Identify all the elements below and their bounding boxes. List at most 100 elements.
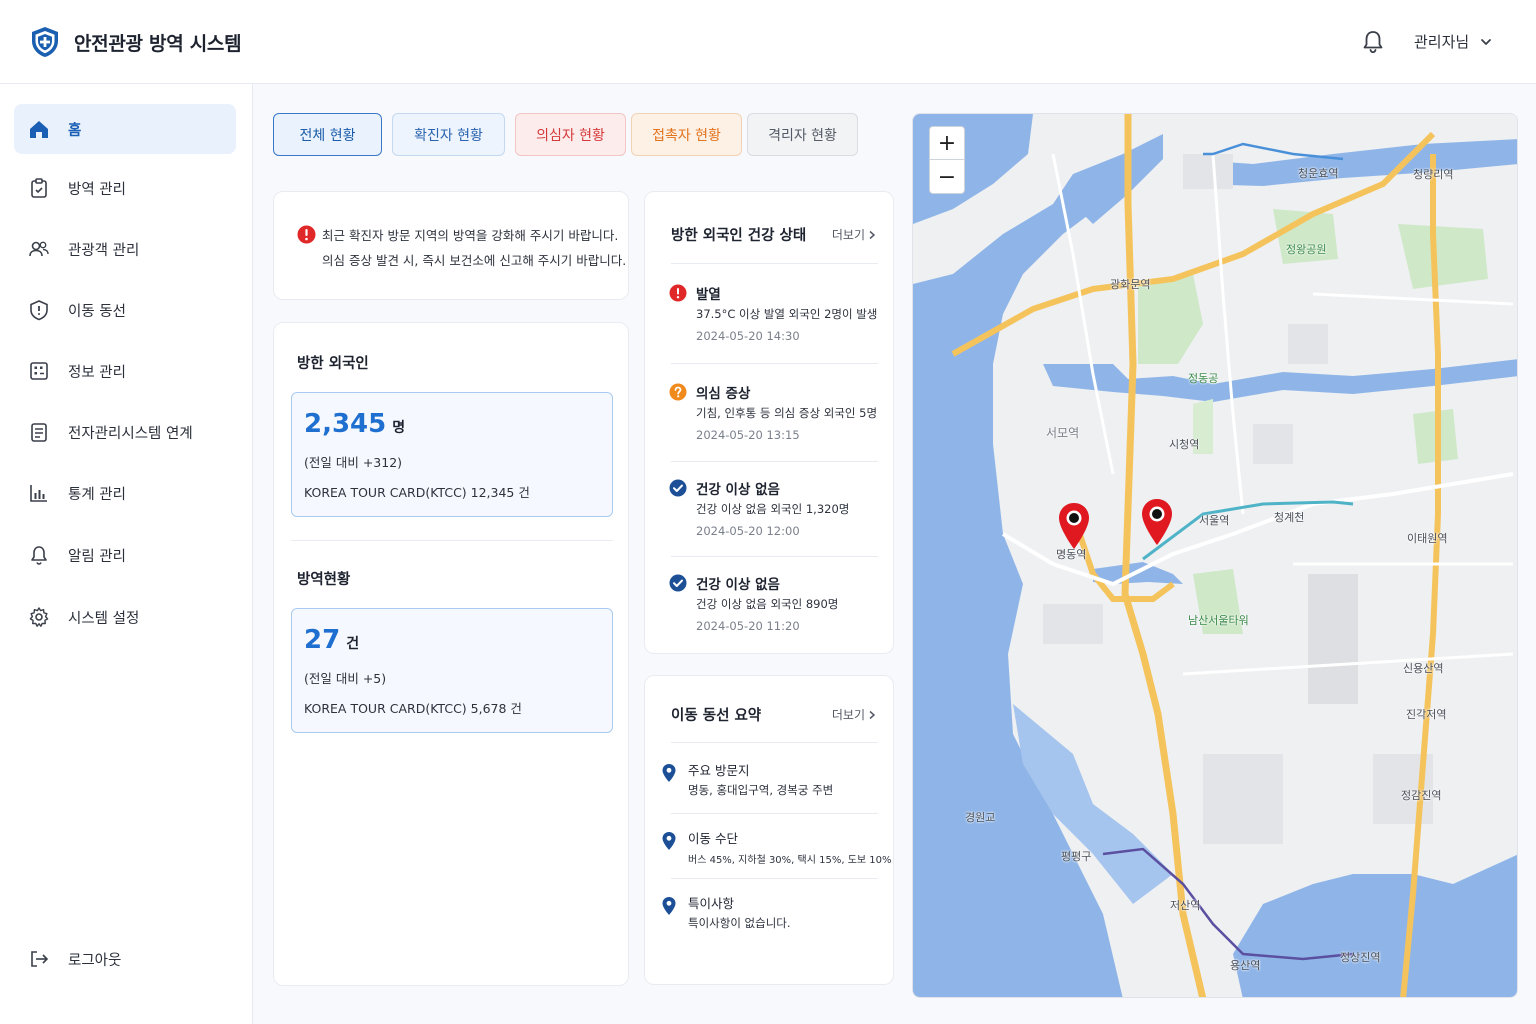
quarantine-status-title: 방역현황	[297, 572, 351, 588]
users-icon	[29, 241, 49, 257]
zoom-in-button[interactable]: +	[930, 127, 964, 160]
route-item-desc: 명동, 홍대입구역, 경복궁 주변	[688, 783, 834, 797]
map-label: 평평구	[1061, 850, 1092, 863]
map-view[interactable]: 광화문역 청운효역 정왕공원 청량리역 서울역 명동역 남산서울타워 이태원역 …	[912, 113, 1518, 998]
top-header: 안전관광 방역 시스템 관리자님	[0, 0, 1536, 84]
health-item-fever[interactable]: 발열 37.5°C 이상 발열 외국인 2명이 발생 2024-05-20 14…	[669, 283, 889, 343]
map-label: 정왕공원	[1286, 243, 1327, 256]
logout-button[interactable]: 로그아웃	[14, 934, 236, 984]
route-item-title: 특이사항	[688, 896, 735, 911]
brand[interactable]: 안전관광 방역 시스템	[30, 26, 242, 58]
route-item-transport[interactable]: 이동 수단 버스 45%, 지하철 30%, 택시 15%, 도보 10%	[661, 828, 893, 872]
route-item-desc: 버스 45%, 지하철 30%, 택시 15%, 도보 10%	[688, 855, 892, 866]
check-circle-icon	[669, 574, 687, 592]
map-label: 경원교	[965, 811, 996, 824]
map-label: 용산역	[1230, 959, 1261, 972]
sidebar-item-info[interactable]: 정보 관리	[14, 346, 236, 396]
sidebar-item-quarantine[interactable]: 방역 관리	[14, 163, 236, 213]
health-item-desc: 건강 이상 없음 외국인 890명	[696, 597, 839, 611]
health-item-title: 의심 증상	[696, 386, 751, 402]
location-pin-icon	[662, 897, 676, 915]
health-item-time: 2024-05-20 14:30	[696, 329, 800, 343]
tab-all-status[interactable]: 전체 현황	[273, 113, 382, 156]
sidebar-item-label: 시스템 설정	[68, 610, 140, 627]
map-label: 서울역	[1199, 514, 1230, 527]
notification-bell-icon[interactable]	[1360, 29, 1386, 55]
chevron-down-icon	[1481, 38, 1492, 45]
health-item-normal-1[interactable]: 건강 이상 없음 건강 이상 없음 외국인 1,320명 2024-05-20 …	[669, 478, 889, 538]
map-zoom-control: + −	[929, 126, 965, 194]
health-item-desc: 기침, 인후통 등 의심 증상 외국인 5명	[696, 406, 878, 420]
map-label: 청량리역	[1413, 168, 1454, 181]
more-label: 더보기	[831, 228, 865, 242]
route-item-notes[interactable]: 특이사항 특이사항이 없습니다.	[661, 893, 893, 937]
sidebar-item-home[interactable]: 홈	[14, 104, 236, 154]
chevron-right-icon	[869, 230, 876, 239]
alert-icon	[669, 284, 687, 302]
health-item-time: 2024-05-20 12:00	[696, 524, 800, 538]
map-label: 정상진역	[1340, 951, 1381, 964]
quarantine-diff: (전일 대비 +5)	[304, 671, 387, 686]
notice-line-2: 의심 증상 발견 시, 즉시 보건소에 신고해 주시기 바랍니다.	[322, 253, 627, 268]
location-pin-icon	[662, 764, 676, 782]
sidebar-item-label: 알림 관리	[68, 548, 126, 565]
alert-icon	[297, 225, 316, 244]
foreign-visitors-title: 방한 외국인	[297, 356, 369, 372]
quarantine-count: 27	[304, 625, 341, 655]
sidebar-item-settings[interactable]: 시스템 설정	[14, 592, 236, 642]
sidebar-item-tourists[interactable]: 관광객 관리	[14, 224, 236, 274]
health-item-title: 건강 이상 없음	[696, 577, 780, 593]
notice-card: 최근 확진자 방문 지역의 방역을 강화해 주시기 바랍니다. 의심 증상 발견…	[273, 191, 629, 300]
sidebar-item-statistics[interactable]: 통계 관리	[14, 468, 236, 518]
health-item-suspected[interactable]: 의심 증상 기침, 인후통 등 의심 증상 외국인 5명 2024-05-20 …	[669, 382, 889, 442]
divider	[671, 461, 878, 462]
divider	[671, 556, 878, 557]
map-label: 저산역	[1170, 899, 1201, 912]
location-pin-icon	[662, 832, 676, 850]
map-label: 서모역	[1046, 426, 1080, 440]
divider	[671, 263, 878, 264]
sidebar-item-system-link[interactable]: 전자관리시스템 연계	[14, 407, 236, 457]
map-label: 청계천	[1274, 511, 1305, 524]
stats-card: 방한 외국인 2,345 명 (전일 대비 +312) KOREA TOUR C…	[273, 322, 629, 986]
check-circle-icon	[669, 479, 687, 497]
map-label: 남산서울타워	[1188, 614, 1249, 627]
more-label: 더보기	[831, 708, 865, 722]
map-marker-icon[interactable]	[1140, 498, 1174, 546]
health-item-normal-2[interactable]: 건강 이상 없음 건강 이상 없음 외국인 890명 2024-05-20 11…	[669, 573, 889, 633]
health-item-title: 발열	[696, 287, 721, 303]
route-item-title: 이동 수단	[688, 831, 738, 846]
map-label: 광화문역	[1110, 278, 1151, 291]
logout-label: 로그아웃	[68, 952, 122, 969]
health-item-time: 2024-05-20 11:20	[696, 619, 800, 633]
app-title: 안전관광 방역 시스템	[74, 32, 242, 55]
divider	[671, 363, 878, 364]
user-name: 관리자님	[1414, 33, 1470, 51]
sidebar-item-alerts[interactable]: 알림 관리	[14, 530, 236, 580]
health-more-link[interactable]: 더보기	[832, 226, 877, 243]
tab-confirmed-status[interactable]: 확진자 현황	[392, 113, 505, 156]
foreign-visitors-diff: (전일 대비 +312)	[304, 455, 403, 470]
map-label: 이태원역	[1407, 532, 1448, 545]
health-item-time: 2024-05-20 13:15	[696, 428, 800, 442]
route-summary-card: 이동 동선 요약 더보기 주요 방문지 명동, 홍대입구역, 경복궁 주변 이동…	[644, 675, 894, 985]
route-item-visits[interactable]: 주요 방문지 명동, 홍대입구역, 경복궁 주변	[661, 760, 893, 804]
health-status-card: 방한 외국인 건강 상태 더보기 발열 37.5°C 이상 발열 외국인 2명이…	[644, 191, 894, 654]
shield-logo-icon	[32, 27, 58, 57]
sidebar-item-label: 방역 관리	[68, 181, 126, 198]
map-base-layer	[913, 114, 1517, 997]
tab-quarantine-status[interactable]: 격리자 현황	[747, 113, 858, 156]
quarantine-status-box[interactable]: 27 건 (전일 대비 +5) KOREA TOUR CARD(KTCC) 5,…	[291, 608, 613, 733]
tab-contact-status[interactable]: 접촉자 현황	[631, 113, 742, 156]
user-menu[interactable]: 관리자님	[1414, 31, 1493, 52]
map-marker-icon[interactable]	[1057, 502, 1091, 550]
sidebar-item-route[interactable]: 이동 동선	[14, 285, 236, 335]
zoom-out-button[interactable]: −	[930, 161, 964, 194]
tab-suspected-status[interactable]: 의심자 현황	[515, 113, 626, 156]
foreign-visitors-ktcc: KOREA TOUR CARD(KTCC) 12,345 건	[304, 485, 530, 500]
sidebar-item-label: 전자관리시스템 연계	[68, 425, 193, 442]
sidebar-item-label: 정보 관리	[68, 364, 126, 381]
foreign-visitors-box[interactable]: 2,345 명 (전일 대비 +312) KOREA TOUR CARD(KTC…	[291, 392, 613, 517]
route-more-link[interactable]: 더보기	[832, 706, 877, 723]
route-summary-title: 이동 동선 요약	[671, 708, 762, 724]
